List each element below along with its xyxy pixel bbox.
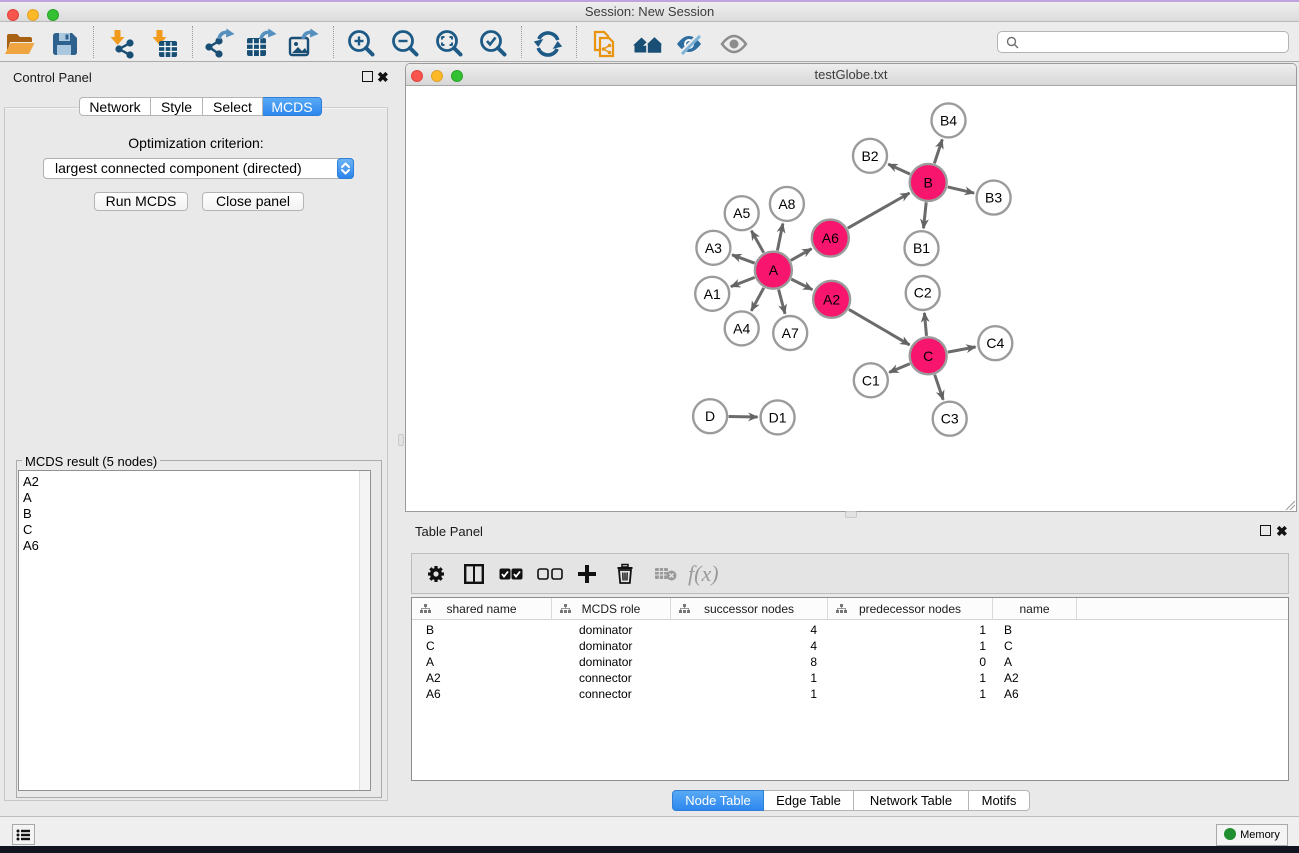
svg-text:A6: A6: [822, 230, 839, 246]
svg-text:D1: D1: [769, 409, 787, 425]
svg-text:C1: C1: [862, 372, 880, 388]
svg-text:C: C: [923, 348, 933, 364]
svg-text:A8: A8: [778, 196, 795, 212]
svg-text:B3: B3: [985, 190, 1002, 206]
svg-text:A7: A7: [782, 325, 799, 341]
svg-text:B1: B1: [913, 240, 930, 256]
svg-text:C4: C4: [986, 335, 1004, 351]
svg-text:B2: B2: [861, 148, 878, 164]
svg-text:D: D: [705, 408, 715, 424]
svg-text:C3: C3: [941, 411, 959, 427]
svg-text:A3: A3: [705, 240, 722, 256]
svg-text:B: B: [924, 174, 933, 190]
svg-text:A2: A2: [823, 291, 840, 307]
svg-text:B4: B4: [940, 112, 957, 128]
svg-text:A: A: [769, 262, 779, 278]
svg-text:A4: A4: [733, 320, 750, 336]
svg-text:A5: A5: [733, 205, 750, 221]
svg-text:A1: A1: [704, 286, 721, 302]
svg-text:C2: C2: [914, 285, 932, 301]
